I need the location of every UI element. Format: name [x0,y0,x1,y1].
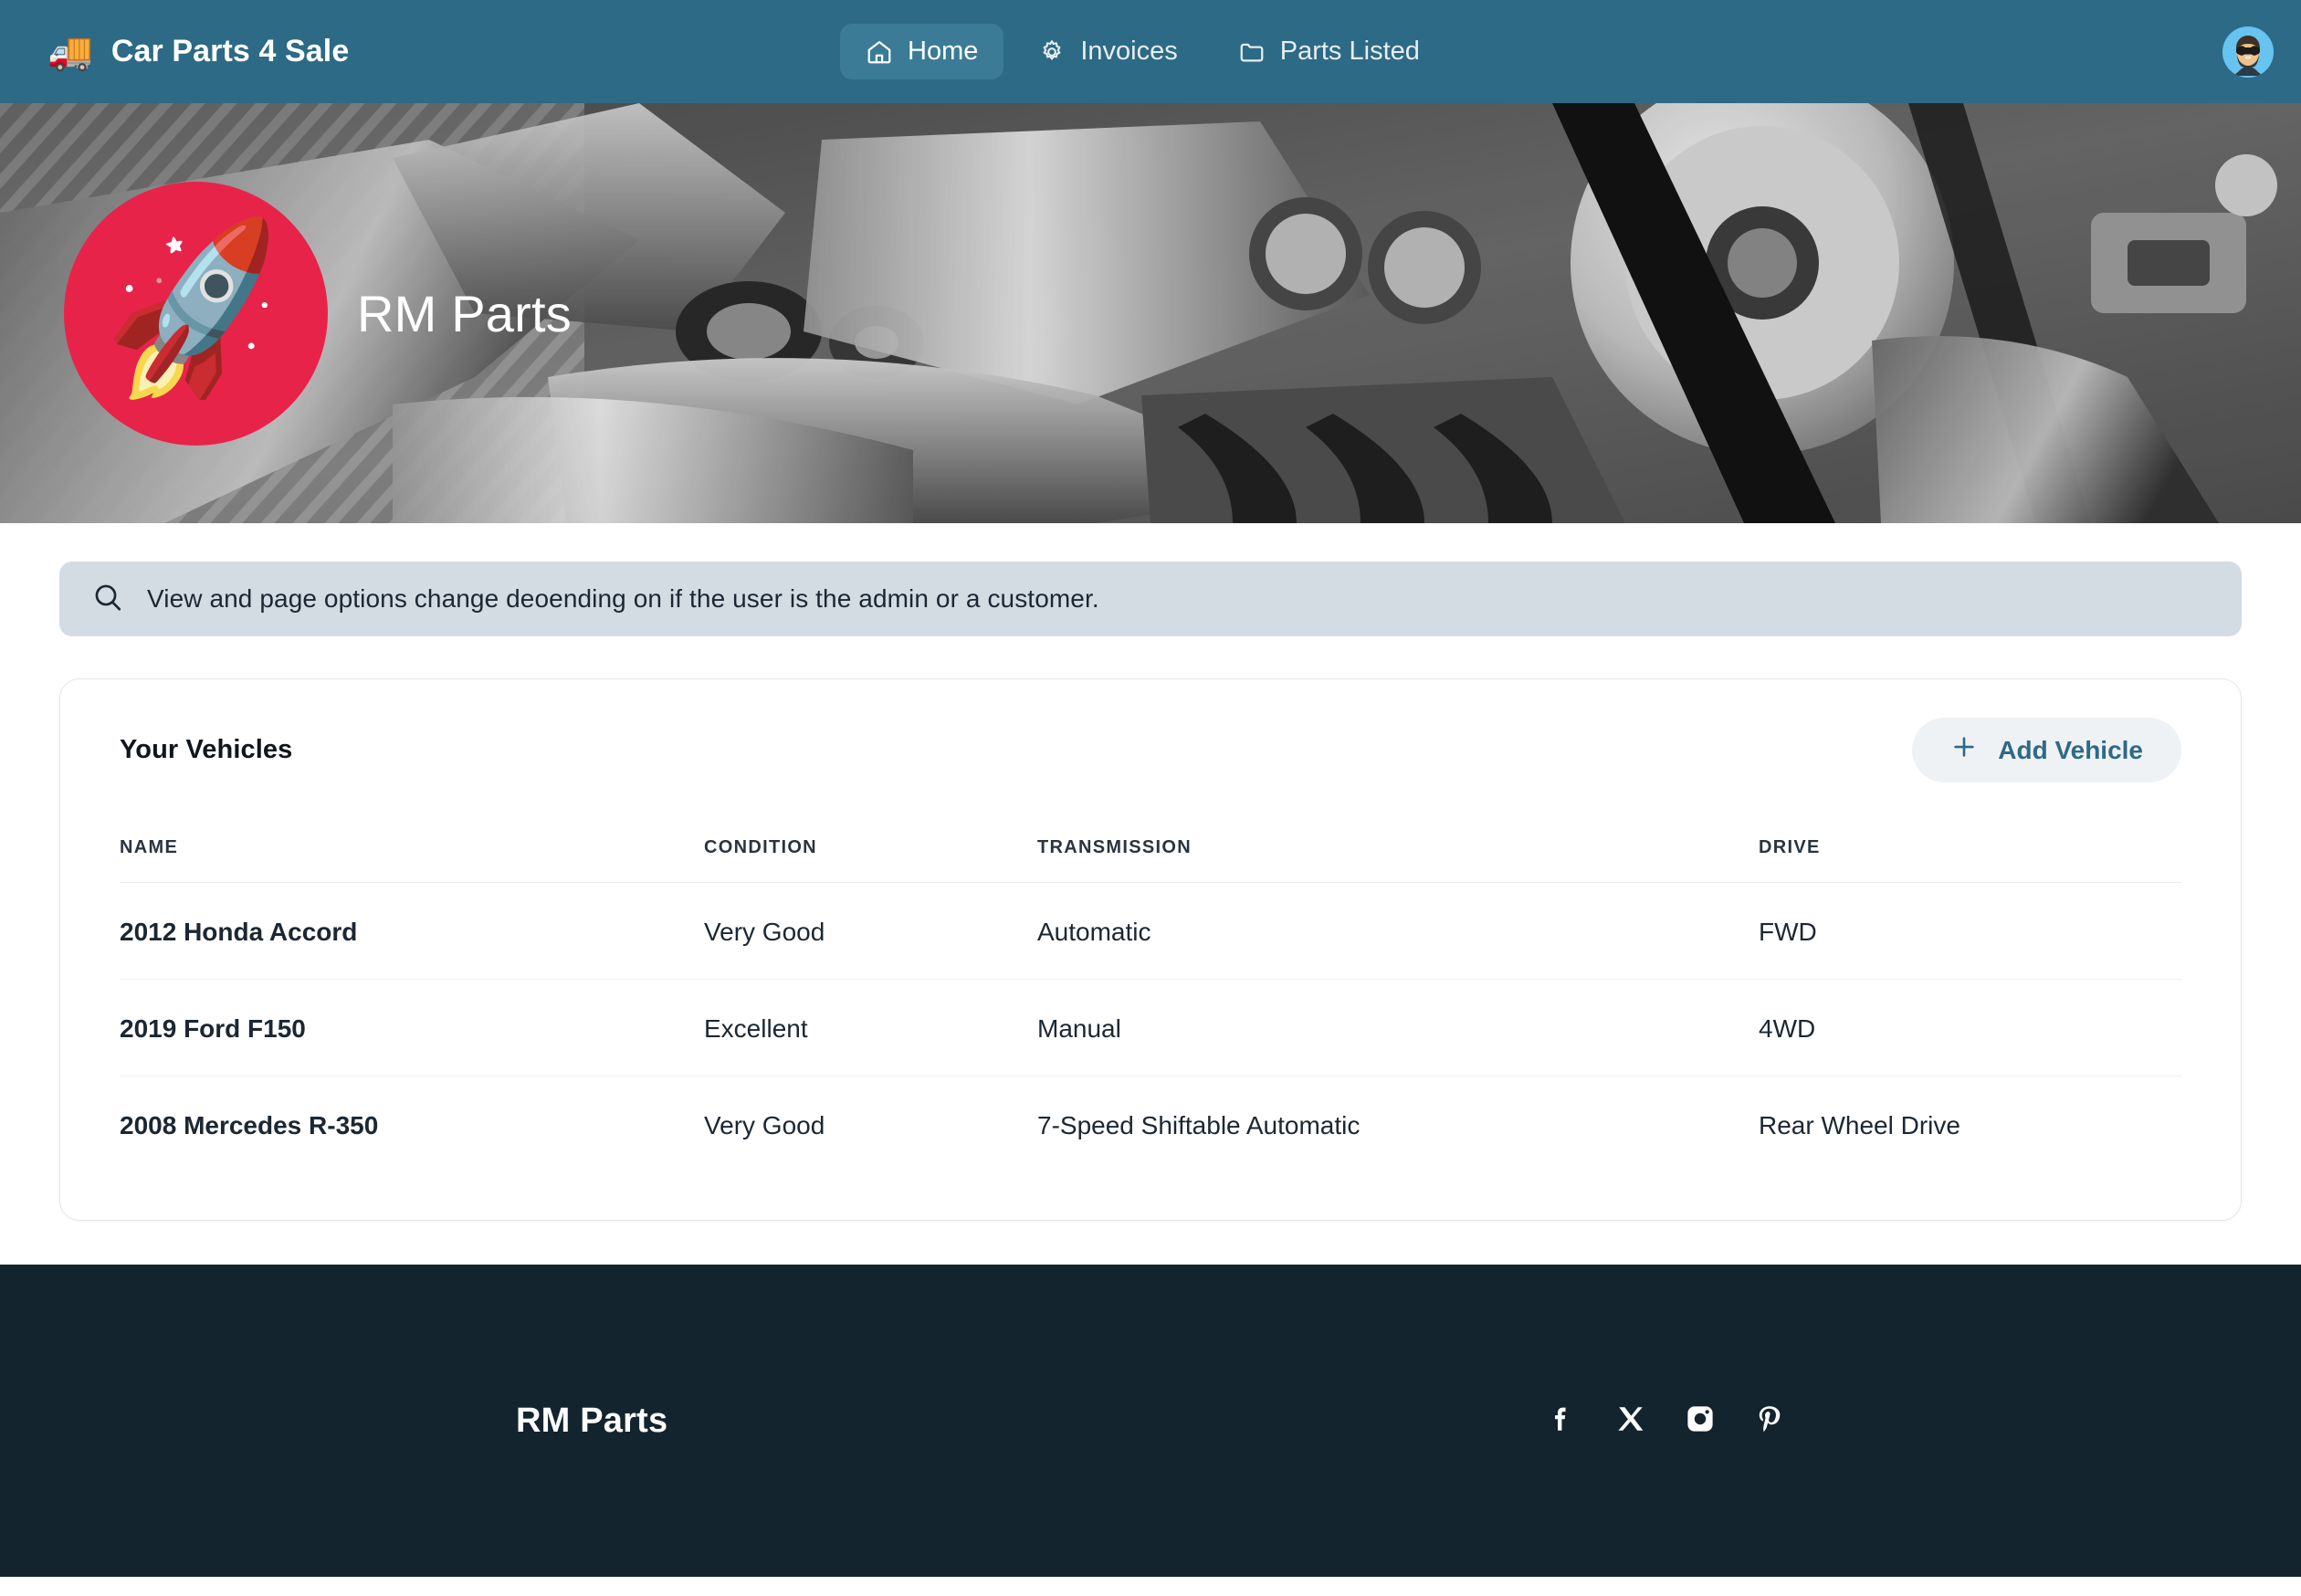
hero-logo: 🚀 [64,181,328,446]
search-input[interactable]: View and page options change deoending o… [59,562,2242,636]
footer-inner: RM Parts [59,1402,2242,1441]
x-twitter-icon[interactable] [1615,1403,1646,1439]
table-row[interactable]: 2019 Ford F150 Excellent Manual 4WD [120,979,2181,1076]
vehicles-card: Your Vehicles Add Vehicle NAME CONDITION… [59,678,2242,1221]
hero-banner: 🚀 RM Parts [0,103,2301,523]
cell-drive: Rear Wheel Drive [1759,1111,1960,1139]
cell-transmission: Manual [1037,979,1759,1076]
nav-item-parts-listed[interactable]: Parts Listed [1213,24,1445,79]
facebook-icon[interactable] [1546,1403,1577,1439]
search-icon [92,582,123,617]
cell-condition: Very Good [704,1111,825,1139]
footer-social-links [1546,1403,1785,1439]
page-body: View and page options change deoending o… [0,562,2301,1221]
cell-condition: Excellent [704,979,1037,1076]
brand[interactable]: 🚚 Car Parts 4 Sale [47,34,349,70]
instagram-icon[interactable] [1685,1403,1716,1439]
table-row[interactable]: 2012 Honda Accord Very Good Automatic FW… [120,882,2181,980]
table-row[interactable]: 2008 Mercedes R-350 Very Good 7-Speed Sh… [120,1076,2181,1173]
folder-icon [1238,38,1266,66]
column-header-condition: CONDITION [704,837,1037,883]
search-text: View and page options change deoending o… [147,584,1099,613]
table-body: 2012 Honda Accord Very Good Automatic FW… [120,882,2181,1173]
add-vehicle-button[interactable]: Add Vehicle [1912,718,2181,782]
footer: RM Parts [0,1265,2301,1577]
column-header-name: NAME [120,837,704,883]
card-header: Your Vehicles Add Vehicle [120,718,2181,792]
cell-name: 2019 Ford F150 [120,979,704,1076]
cell-drive: FWD [1759,882,2181,980]
cell-transmission: Automatic [1037,882,1759,980]
nav-item-home-label: Home [908,37,979,66]
user-avatar[interactable] [2222,26,2274,78]
gear-icon [1038,38,1066,66]
rocket-icon: 🚀 [85,211,307,415]
column-header-transmission: TRANSMISSION [1037,837,1759,883]
nav-item-invoices-label: Invoices [1080,37,1178,66]
nav-item-parts-listed-label: Parts Listed [1279,37,1420,66]
table-header-row: NAME CONDITION TRANSMISSION DRIVE [120,837,2181,883]
hero-title: RM Parts [357,284,572,342]
vehicles-table: NAME CONDITION TRANSMISSION DRIVE 2012 H… [120,837,2181,1172]
nav-item-home[interactable]: Home [840,24,1004,79]
hero-content: 🚀 RM Parts [0,103,2301,523]
home-icon [866,38,893,66]
cell-name: 2012 Honda Accord [120,882,704,980]
cell-transmission: 7-Speed Shiftable Automatic [1037,1111,1361,1139]
top-navigation-bar: 🚚 Car Parts 4 Sale Home Invoices Parts L… [0,0,2301,103]
footer-brand: RM Parts [516,1401,668,1440]
cell-condition: Very Good [704,882,1037,980]
nav-links: Home Invoices Parts Listed [840,24,1445,79]
plus-icon [1950,733,1978,767]
brand-title: Car Parts 4 Sale [110,34,350,68]
nav-item-invoices[interactable]: Invoices [1013,24,1203,79]
table-header: NAME CONDITION TRANSMISSION DRIVE [120,837,2181,883]
column-header-drive: DRIVE [1759,837,2181,883]
cell-drive: 4WD [1759,979,2181,1076]
card-title: Your Vehicles [120,735,293,764]
pinterest-icon[interactable] [1754,1403,1785,1439]
cell-name: 2008 Mercedes R-350 [120,1111,379,1139]
add-vehicle-label: Add Vehicle [1998,735,2143,764]
truck-icon: 🚚 [47,31,93,72]
